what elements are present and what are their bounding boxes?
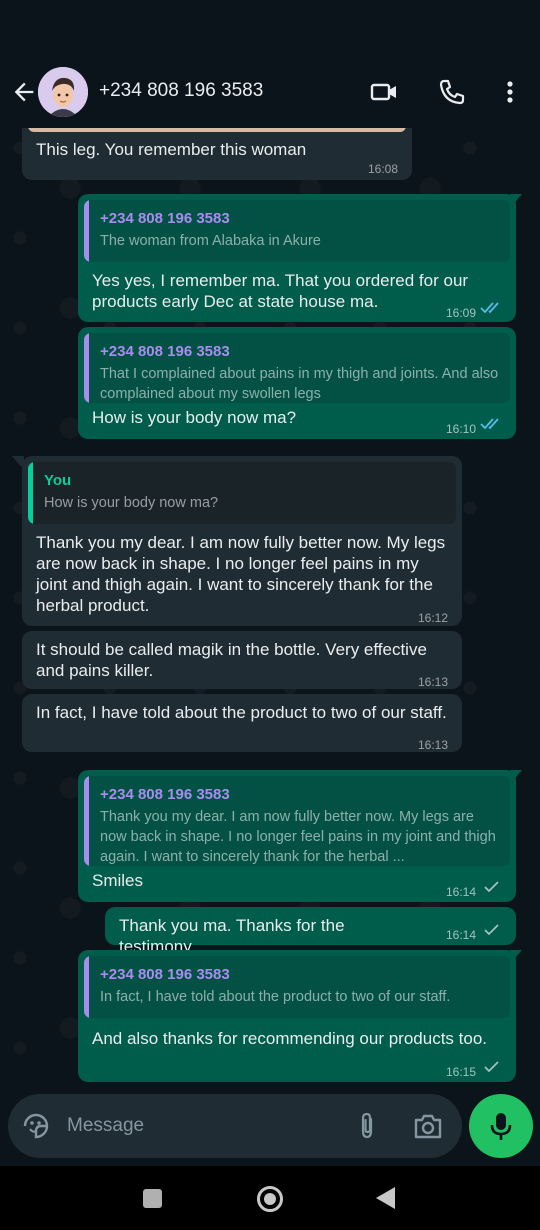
message-text: Thank you my dear. I am now fully better…	[36, 533, 446, 615]
arrow-left-icon[interactable]	[10, 78, 38, 106]
quote-text: Thank you my dear. I am now fully better…	[100, 809, 496, 865]
quote-text: That I complained about pains in my thig…	[100, 366, 499, 402]
message-time: 16:13	[417, 675, 448, 689]
more-vertical-icon[interactable]	[494, 76, 526, 108]
contact-name[interactable]: +234 808 196 3583	[99, 80, 263, 102]
message-in[interactable]: It should be called magik in the bottle.…	[22, 631, 462, 689]
quoted-message[interactable]: +234 808 196 3583 That I complained abou…	[84, 333, 510, 403]
message-in[interactable]: You How is your body now ma? Thank you m…	[22, 456, 462, 626]
quote-sender: You	[44, 472, 72, 489]
message-text: This leg. You remember this woman	[36, 140, 307, 159]
message-time: 16:15	[445, 1065, 476, 1079]
message-text: And also thanks for recommending our pro…	[92, 1029, 487, 1048]
quote-bar	[28, 462, 33, 524]
message-in[interactable]: In fact, I have told about the product t…	[22, 694, 462, 752]
quote-bar	[84, 956, 89, 1018]
message-in[interactable]: This leg. You remember this woman 16:08	[22, 128, 412, 180]
system-nav-bar	[0, 1166, 540, 1230]
image-preview[interactable]	[28, 128, 406, 132]
phone-icon[interactable]	[436, 76, 468, 108]
message-out[interactable]: +234 808 196 3583 The woman from Alabaka…	[78, 194, 516, 322]
check-icon	[484, 1061, 499, 1073]
quoted-message[interactable]: +234 808 196 3583 Thank you my dear. I a…	[84, 776, 510, 866]
message-text: Smiles	[92, 871, 144, 890]
microphone-icon	[490, 1113, 512, 1140]
double-check-icon	[480, 302, 499, 314]
message-out[interactable]: Thank you ma. Thanks for the testimony 1…	[105, 907, 516, 956]
paperclip-icon[interactable]	[352, 1111, 382, 1141]
recents-button[interactable]	[143, 1189, 162, 1208]
message-time: 16:12	[417, 611, 448, 625]
quote-bar	[84, 200, 89, 262]
quote-bar	[84, 776, 89, 866]
message-out[interactable]: +234 808 196 3583 In fact, I have told a…	[78, 950, 516, 1082]
quote-text: The woman from Alabaka in Akure	[100, 233, 321, 249]
quote-sender: +234 808 196 3583	[100, 786, 230, 803]
camera-icon[interactable]	[412, 1111, 444, 1141]
quote-text: How is your body now ma?	[44, 495, 219, 511]
chat-area[interactable]: This leg. You remember this woman 16:08 …	[0, 128, 540, 1088]
message-time: 16:08	[367, 162, 398, 176]
video-camera-icon[interactable]	[368, 76, 400, 108]
message-out[interactable]: +234 808 196 3583 Thank you my dear. I a…	[78, 770, 516, 902]
check-icon	[484, 924, 499, 936]
avatar[interactable]	[38, 67, 88, 117]
quoted-message[interactable]: You How is your body now ma?	[28, 462, 456, 524]
quote-sender: +234 808 196 3583	[100, 343, 230, 360]
message-text: It should be called magik in the bottle.…	[36, 640, 427, 680]
avatar-illustration	[38, 67, 88, 117]
quote-sender: +234 808 196 3583	[100, 210, 230, 227]
check-icon	[484, 881, 499, 893]
quoted-message[interactable]: +234 808 196 3583 In fact, I have told a…	[84, 956, 510, 1018]
quote-bar	[84, 333, 89, 403]
message-time: 16:10	[445, 422, 476, 436]
composer: Message	[0, 1088, 540, 1166]
message-out[interactable]: +234 808 196 3583 That I complained abou…	[78, 327, 516, 439]
message-input[interactable]: Message	[67, 1115, 144, 1137]
chat-header: +234 808 196 3583	[0, 60, 540, 128]
home-button[interactable]	[257, 1186, 283, 1212]
message-text: How is your body now ma?	[92, 408, 297, 427]
message-time: 16:14	[445, 928, 476, 942]
quoted-message[interactable]: +234 808 196 3583 The woman from Alabaka…	[84, 200, 510, 262]
quote-text: In fact, I have told about the product t…	[100, 989, 451, 1005]
message-text: Yes yes, I remember ma. That you ordered…	[92, 271, 469, 311]
message-input-box[interactable]: Message	[8, 1094, 462, 1158]
message-time: 16:13	[417, 738, 448, 752]
quote-sender: +234 808 196 3583	[100, 966, 230, 983]
sticker-icon[interactable]	[21, 1111, 51, 1141]
message-time: 16:14	[445, 885, 476, 899]
voice-record-button[interactable]	[469, 1094, 533, 1158]
message-time: 16:09	[445, 306, 476, 320]
message-text: In fact, I have told about the product t…	[36, 703, 447, 722]
status-bar	[0, 0, 540, 60]
back-button[interactable]	[376, 1187, 395, 1209]
double-check-icon	[480, 418, 499, 430]
